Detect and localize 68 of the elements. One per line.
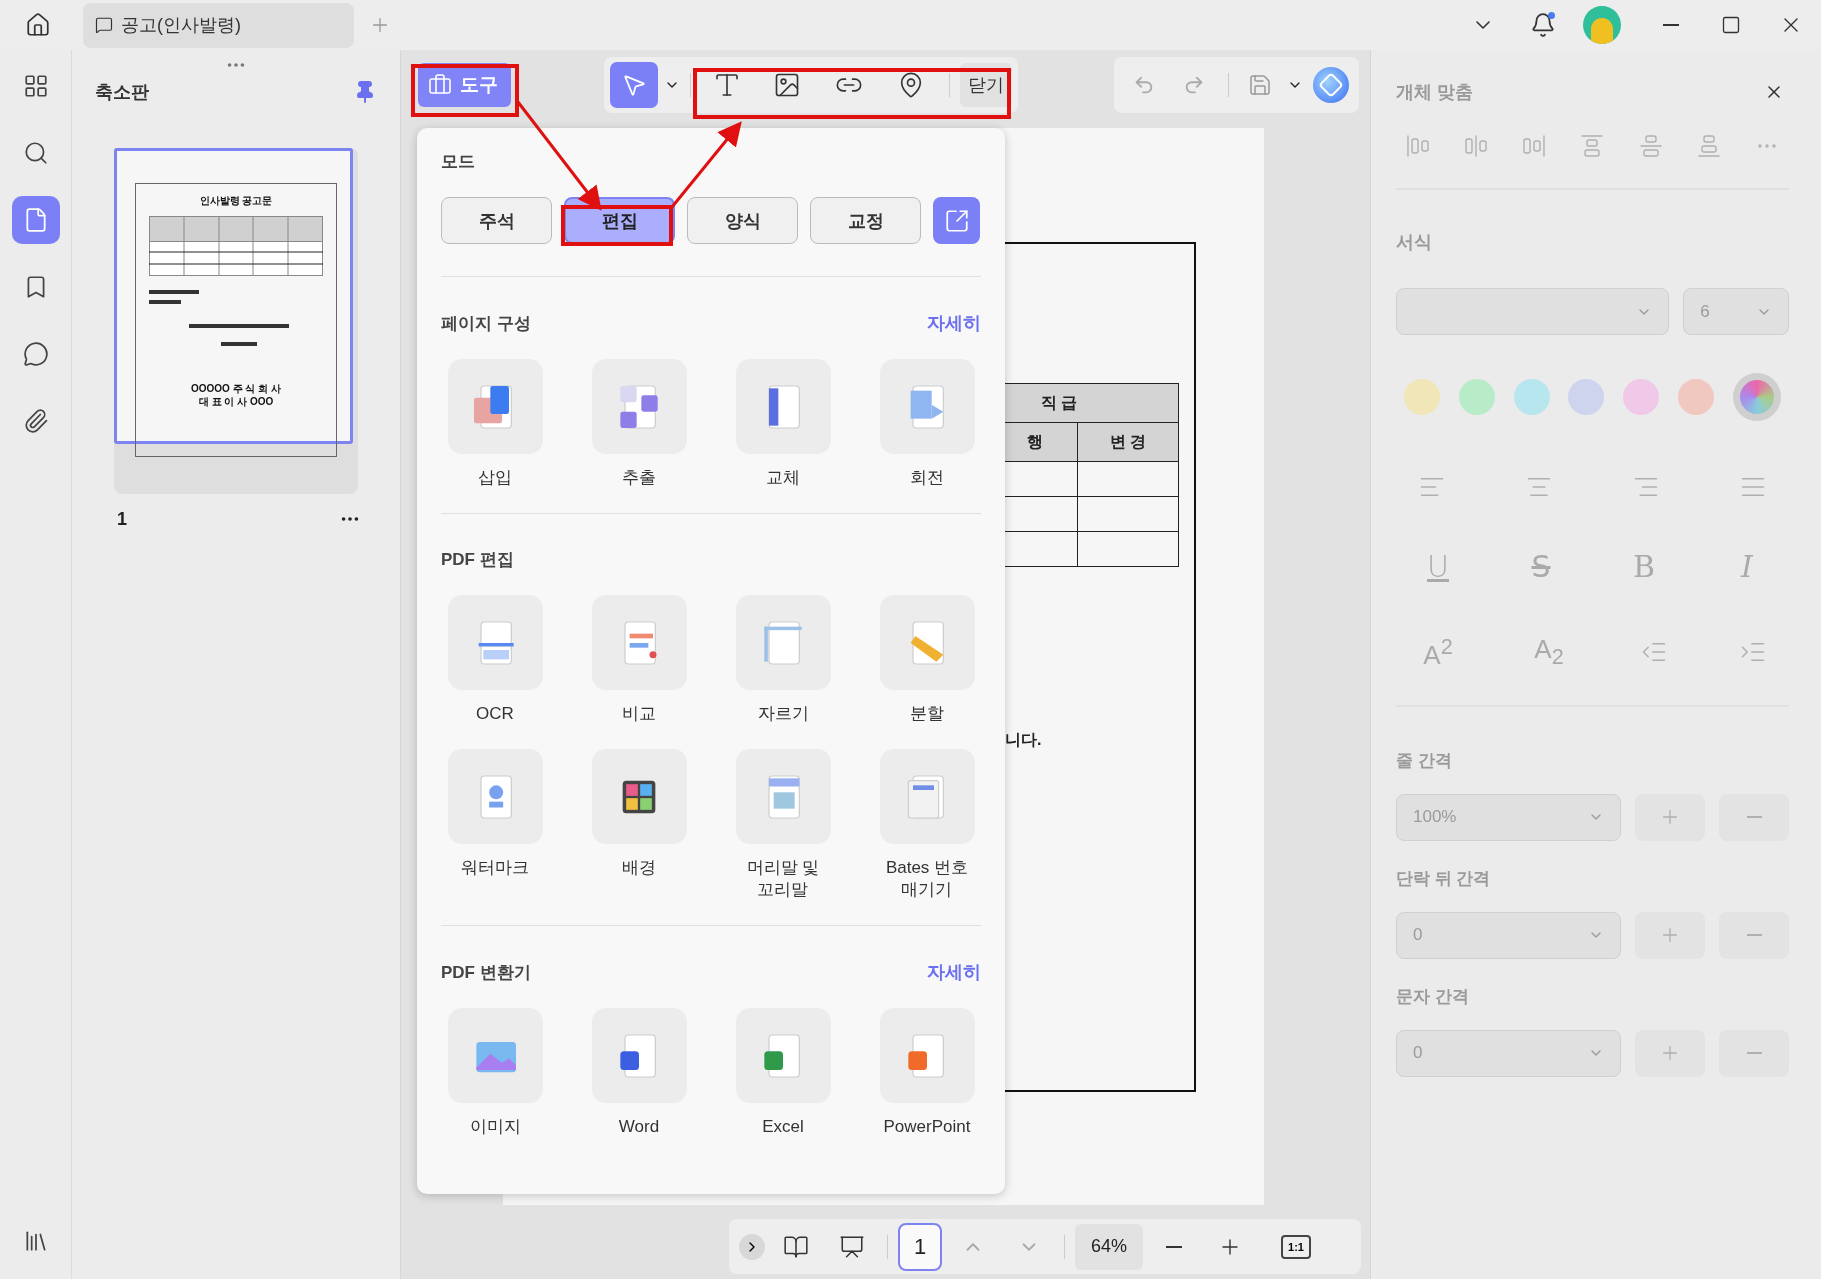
save-icon xyxy=(1248,73,1272,97)
decrease-button[interactable] xyxy=(1719,911,1789,959)
external-link-icon xyxy=(943,207,970,234)
expand-button[interactable] xyxy=(739,1233,765,1260)
assistant-logo[interactable] xyxy=(1313,67,1349,103)
panel-title: 축소판 xyxy=(95,81,149,104)
comment-icon xyxy=(22,341,49,367)
decrease-button[interactable] xyxy=(1719,1029,1789,1077)
avatar[interactable] xyxy=(1583,6,1621,44)
align-right-icon[interactable] xyxy=(1522,134,1547,158)
section-title: 서식 xyxy=(1396,231,1433,254)
field-label: 단락 뒤 간격 xyxy=(1396,867,1492,890)
decrease-button[interactable] xyxy=(1719,793,1789,841)
image-icon xyxy=(773,71,801,99)
increase-button[interactable] xyxy=(1635,793,1706,841)
undo-icon xyxy=(1133,74,1155,96)
thumbnail-title: 인사발령 공고문 xyxy=(199,194,273,208)
thumbnail-text: 대 표 이 사 OOO xyxy=(198,395,274,408)
section-title: 페이지 구성 xyxy=(441,312,531,335)
document-tab[interactable]: 공고(인사발령) xyxy=(83,2,354,48)
document-icon xyxy=(95,16,113,34)
increase-button[interactable] xyxy=(1635,1029,1706,1077)
increase-button[interactable] xyxy=(1635,911,1706,959)
mode-button[interactable]: 양식 xyxy=(687,197,798,244)
page-button[interactable] xyxy=(11,196,60,244)
section-title: 모드 xyxy=(441,152,475,171)
align-middle-icon[interactable] xyxy=(1638,134,1663,158)
select-tool-button[interactable] xyxy=(610,62,658,108)
table-header: 변 경 xyxy=(1077,422,1179,462)
maximize-icon xyxy=(1721,15,1741,35)
notification-dot xyxy=(1548,12,1555,19)
bell-icon xyxy=(1530,12,1556,38)
page-number: 1 xyxy=(117,508,127,530)
grid-icon xyxy=(22,73,49,99)
thumbnail-text: OOOOO 주 식 회 사 xyxy=(191,382,281,395)
body-text: 니다. xyxy=(1005,730,1042,750)
section-title: PDF 편집 xyxy=(441,549,514,571)
minimize-icon xyxy=(1663,24,1679,26)
thumbnail-card[interactable]: 인사발령 공고문 OOOOO 주 식 회 사 대 표 이 사 OOO xyxy=(114,148,358,494)
align-top-icon[interactable] xyxy=(1580,134,1605,158)
more-link[interactable]: 자세히 xyxy=(927,960,981,984)
toolbox-icon xyxy=(428,73,452,97)
field-label: 문자 간격 xyxy=(1396,985,1470,1008)
page-field[interactable]: 1 xyxy=(898,1222,942,1271)
minus-icon xyxy=(1746,1052,1762,1055)
panel-title: 개체 맞춤 xyxy=(1396,81,1473,104)
font-dropdown[interactable] xyxy=(1396,288,1670,335)
home-icon xyxy=(25,12,51,38)
actual-size-button[interactable]: 1:1 xyxy=(1281,1234,1311,1259)
align-bottom-icon[interactable] xyxy=(1696,134,1721,158)
mode-button[interactable]: 교정 xyxy=(810,197,921,244)
book-icon xyxy=(783,1233,809,1260)
zoom-field[interactable]: 64% xyxy=(1075,1223,1143,1270)
minus-icon xyxy=(1746,816,1762,819)
section-title: PDF 변환기 xyxy=(441,961,531,984)
align-left-icon[interactable] xyxy=(1406,134,1430,158)
color-picker[interactable] xyxy=(1732,373,1781,421)
presentation-icon xyxy=(839,1233,865,1260)
align-center-icon[interactable] xyxy=(1464,134,1489,158)
more-link[interactable]: 자세히 xyxy=(927,311,981,335)
minus-icon xyxy=(1746,934,1762,937)
mode-button[interactable]: 주석 xyxy=(441,197,552,244)
paperclip-icon xyxy=(22,408,49,434)
open-external-button[interactable] xyxy=(933,197,980,244)
redo-icon xyxy=(1183,74,1205,96)
field-label: 줄 간격 xyxy=(1396,749,1453,772)
search-icon xyxy=(22,140,49,166)
minus-icon xyxy=(1166,1245,1182,1248)
